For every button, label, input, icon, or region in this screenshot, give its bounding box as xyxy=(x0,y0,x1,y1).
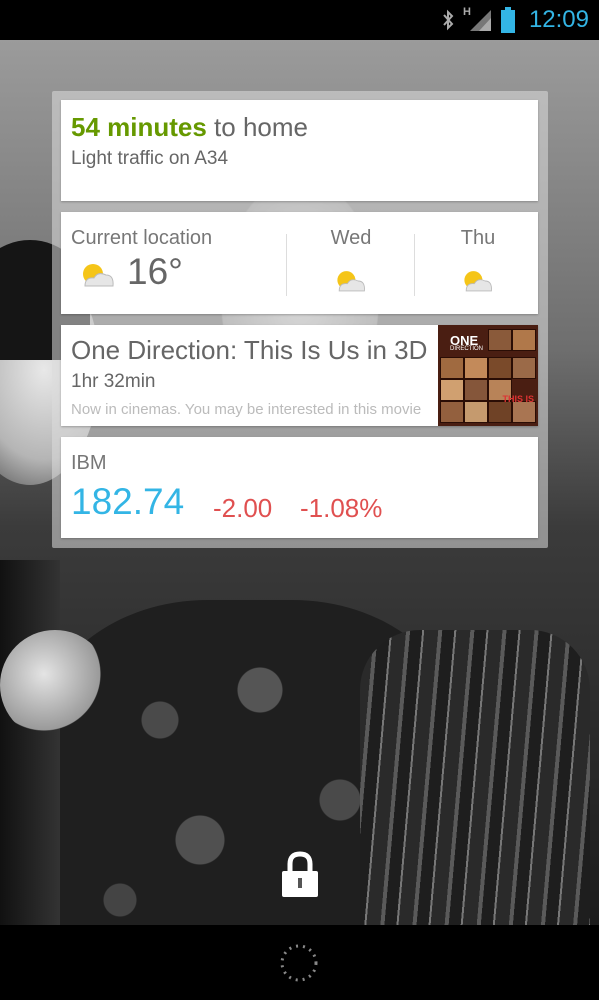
movie-title: One Direction: This Is Us in 3D xyxy=(71,335,428,365)
forecast-day-label: Thu xyxy=(460,227,496,249)
stock-card[interactable]: IBM 182.74 -2.00 -1.08% xyxy=(61,437,538,538)
weather-divider xyxy=(414,234,415,296)
poster-tile xyxy=(512,401,536,423)
current-temperature: 16° xyxy=(127,251,183,292)
commute-line: 54 minutes to home xyxy=(71,112,308,143)
poster-tile xyxy=(440,357,464,379)
poster-tile xyxy=(488,357,512,379)
bluetooth-icon xyxy=(443,9,454,31)
partly-cloudy-icon xyxy=(337,271,365,292)
signal-icon: H xyxy=(463,6,493,32)
weather-card[interactable]: Current location 16° Wed Thu xyxy=(61,212,538,314)
traffic-status: Light traffic on A34 xyxy=(71,148,229,169)
commute-duration: 54 minutes xyxy=(71,112,207,142)
poster-tile xyxy=(440,401,464,423)
stock-change: -2.00 xyxy=(213,493,273,523)
poster-tile xyxy=(440,379,464,401)
forecast-day-label: Wed xyxy=(330,227,372,249)
lock-icon[interactable] xyxy=(280,850,320,898)
poster-tile xyxy=(512,357,536,379)
stock-ticker: IBM xyxy=(71,452,107,474)
unlock-ring-icon[interactable] xyxy=(278,942,320,984)
poster-tile xyxy=(464,401,488,423)
commute-destination: to home xyxy=(206,112,308,142)
poster-tile xyxy=(512,329,536,351)
poster-tile xyxy=(488,329,512,351)
poster-tile xyxy=(464,357,488,379)
navigation-bar xyxy=(0,925,599,1000)
movie-poster[interactable]: ONE DIRECTION THIS IS xyxy=(438,325,538,426)
traffic-card[interactable]: 54 minutes to home Light traffic on A34 xyxy=(61,100,538,201)
status-bar: H 12:09 xyxy=(0,0,599,40)
battery-icon xyxy=(500,7,515,33)
clock: 12:09 xyxy=(528,6,589,33)
wallpaper-shadow-shape xyxy=(0,560,60,925)
status-icons: H 12:09 xyxy=(441,5,589,35)
weather-divider xyxy=(286,234,287,296)
movie-description: Now in cinemas. You may be interested in… xyxy=(71,401,422,418)
movie-card[interactable]: One Direction: This Is Us in 3D 1hr 32mi… xyxy=(61,325,538,426)
weather-location-label: Current location xyxy=(71,227,213,249)
wallpaper-chair-shape xyxy=(360,630,590,925)
stock-price: 182.74 xyxy=(71,481,185,522)
poster-tagline: THIS IS xyxy=(502,394,534,404)
partly-cloudy-icon xyxy=(83,264,114,287)
stock-change-percent: -1.08% xyxy=(300,493,383,523)
wallpaper-hand-shape xyxy=(0,630,110,740)
poster-tile xyxy=(488,401,512,423)
poster-tile xyxy=(464,379,488,401)
partly-cloudy-icon xyxy=(464,271,492,292)
poster-subtitle: DIRECTION xyxy=(450,346,483,352)
movie-duration: 1hr 32min xyxy=(71,371,156,392)
